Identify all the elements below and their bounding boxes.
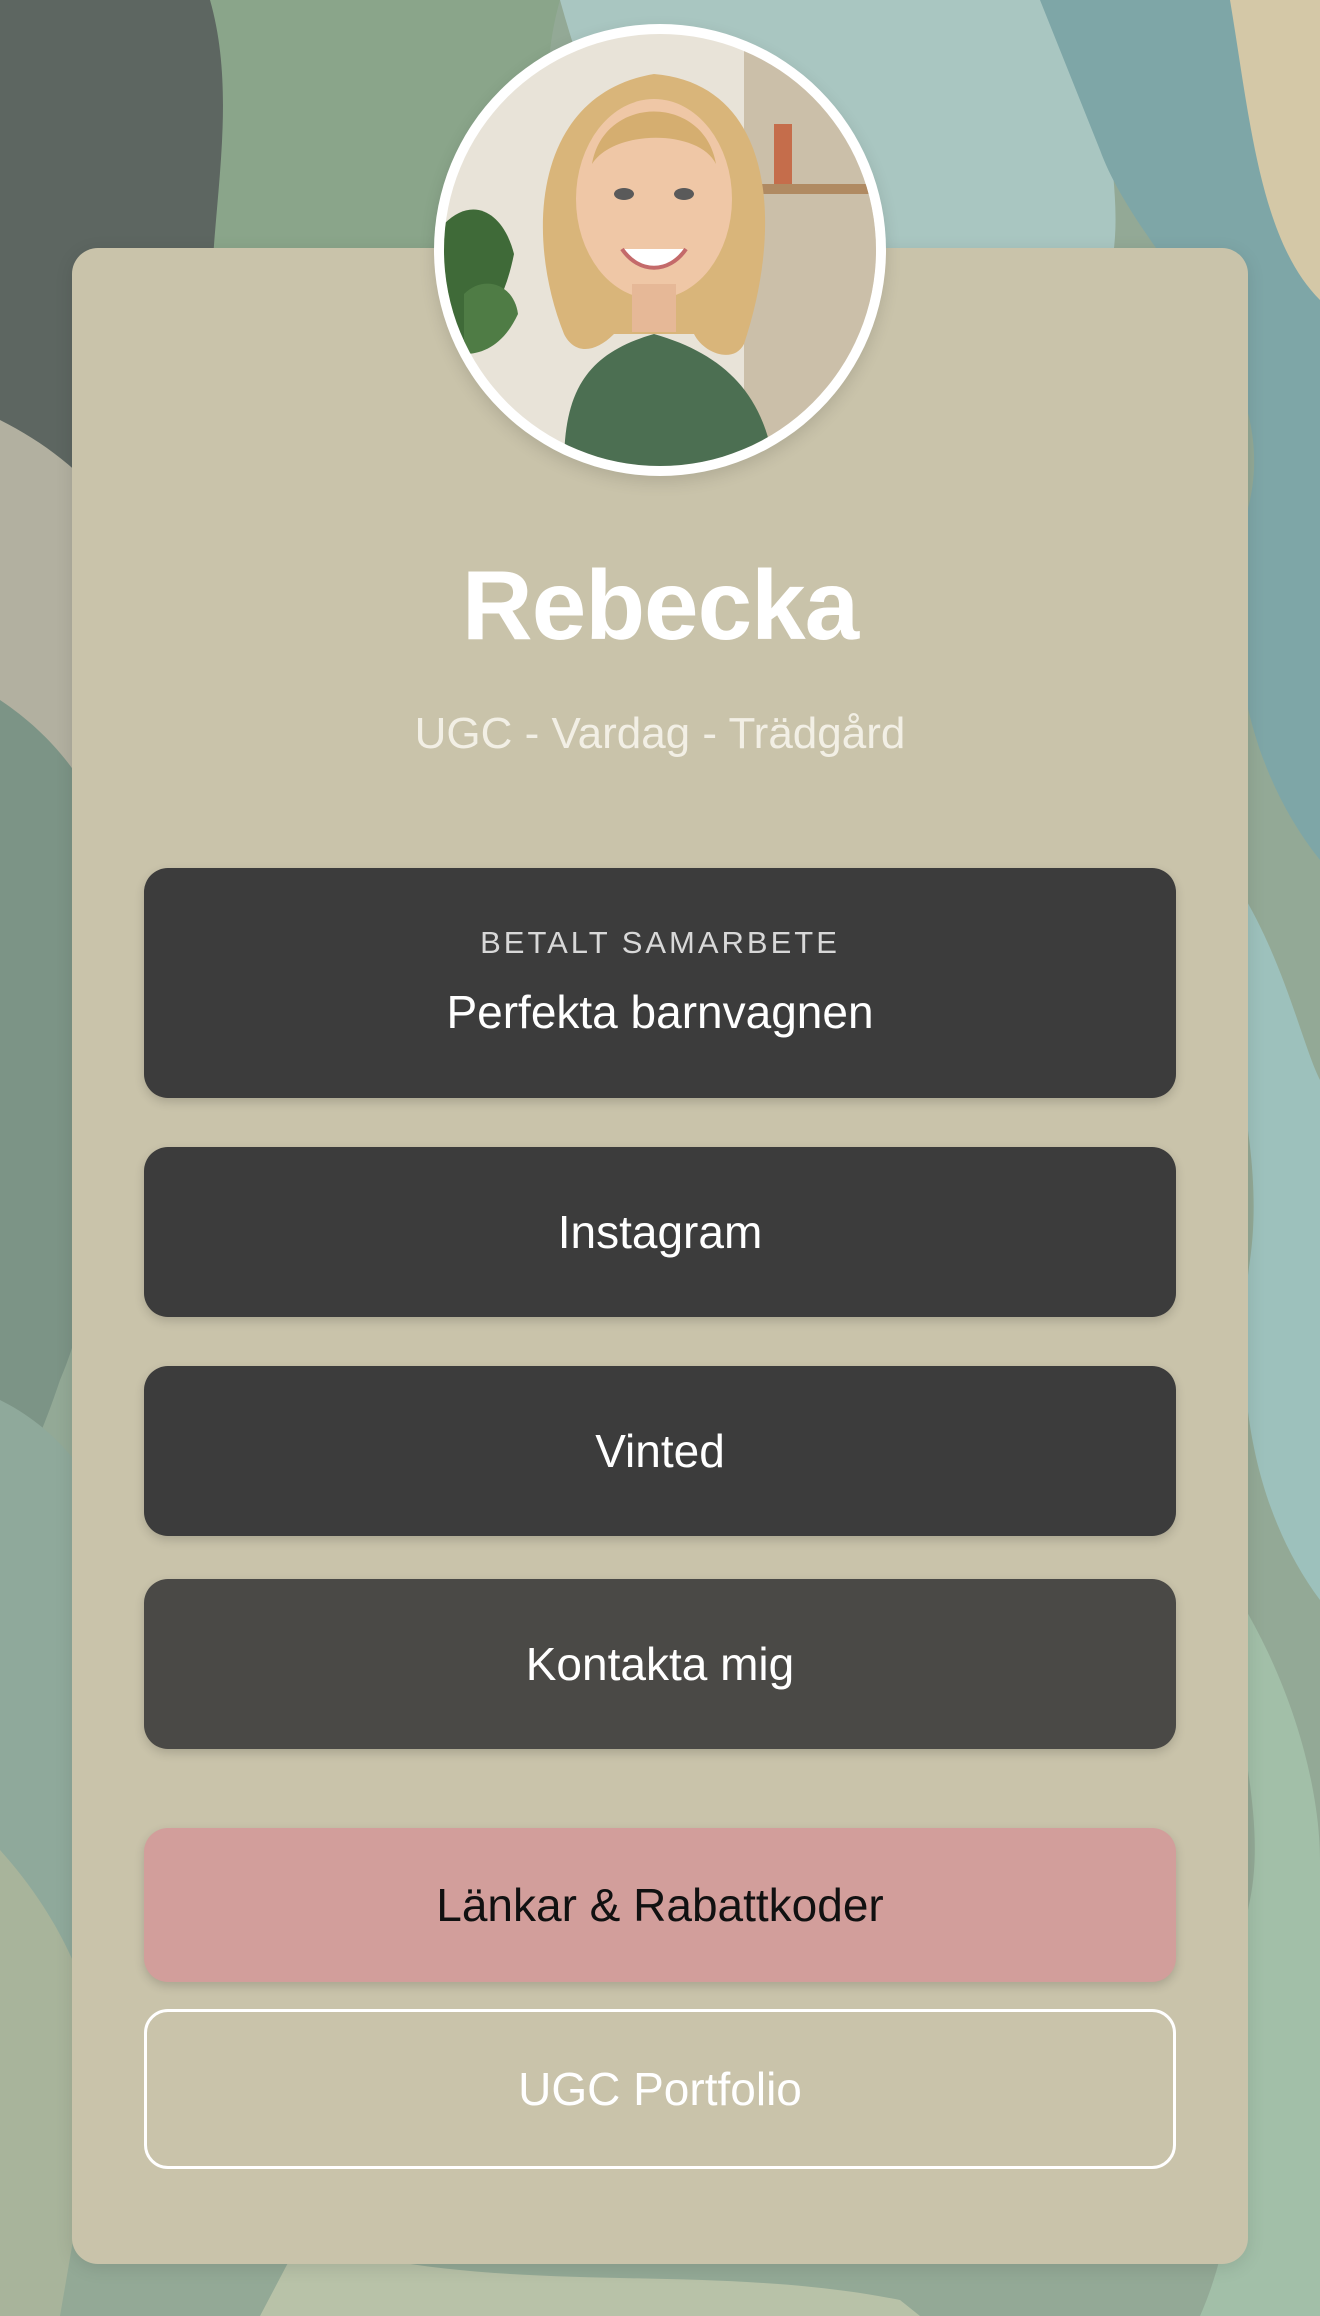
ugc-portfolio-button[interactable]: UGC Portfolio xyxy=(144,2009,1176,2169)
discount-codes-label: Länkar & Rabattkoder xyxy=(436,1879,884,1931)
profile-photo xyxy=(444,34,876,466)
instagram-link-label: Instagram xyxy=(557,1206,763,1258)
vinted-link-button[interactable]: Vinted xyxy=(144,1366,1176,1536)
contact-button[interactable]: Kontakta mig xyxy=(144,1579,1176,1749)
sponsored-label: BETALT SAMARBETE xyxy=(480,925,840,960)
profile-name: Rebecka xyxy=(461,550,859,660)
instagram-link-button[interactable]: Instagram xyxy=(144,1147,1176,1317)
featured-link-button[interactable]: BETALT SAMARBETE Perfekta barnvagnen xyxy=(144,868,1176,1098)
vinted-link-label: Vinted xyxy=(595,1425,725,1477)
discount-codes-button[interactable]: Länkar & Rabattkoder xyxy=(144,1828,1176,1982)
contact-button-label: Kontakta mig xyxy=(525,1638,795,1690)
featured-link-label: Perfekta barnvagnen xyxy=(446,986,874,1038)
avatar xyxy=(434,24,886,476)
ugc-portfolio-label: UGC Portfolio xyxy=(518,2063,802,2115)
profile-tagline: UGC - Vardag - Trädgård xyxy=(414,709,906,758)
